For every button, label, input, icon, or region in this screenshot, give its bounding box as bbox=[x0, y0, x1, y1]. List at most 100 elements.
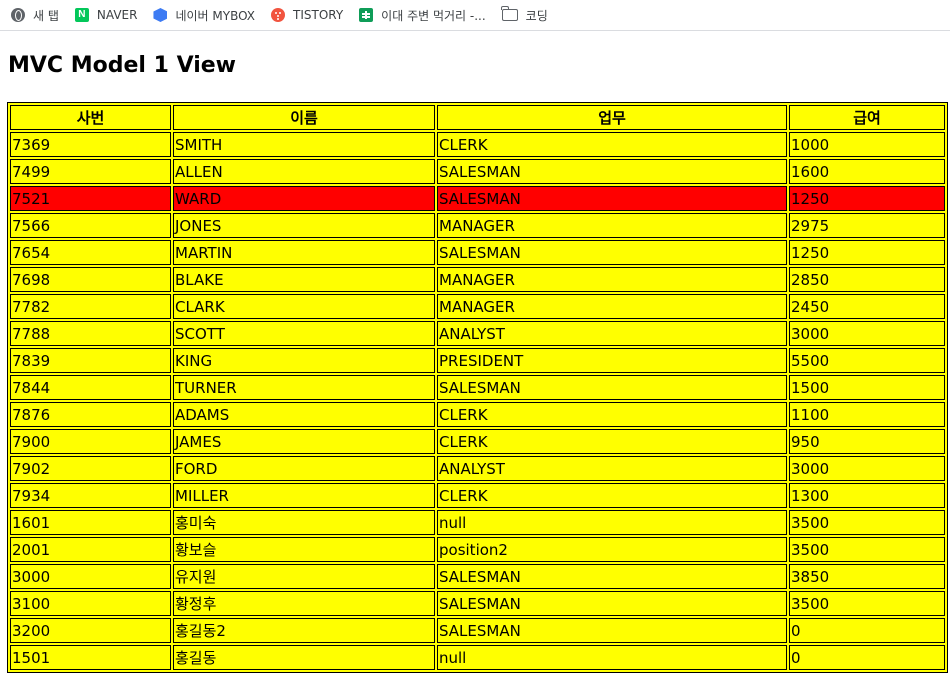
cell-name: JAMES bbox=[173, 429, 435, 454]
mybox-icon bbox=[153, 8, 168, 22]
cell-job: SALESMAN bbox=[437, 240, 787, 265]
cell-job: SALESMAN bbox=[437, 186, 787, 211]
table-row: 7902 FORD ANALYST 3000 bbox=[10, 456, 945, 481]
cell-sal: 3500 bbox=[789, 591, 945, 616]
cell-empno: 7788 bbox=[10, 321, 171, 346]
cell-job: ANALYST bbox=[437, 321, 787, 346]
table-row: 1601 홍미숙 null 3500 bbox=[10, 510, 945, 535]
header-sal: 급여 bbox=[789, 105, 945, 130]
bookmark-new-tab[interactable]: 새 탭 bbox=[11, 5, 59, 25]
table-row: 3200 홍길동2 SALESMAN 0 bbox=[10, 618, 945, 643]
bookmark-label: 네이버 MYBOX bbox=[175, 8, 255, 23]
table-row: 1501 홍길동 null 0 bbox=[10, 645, 945, 670]
tistory-icon bbox=[271, 8, 285, 22]
cell-name: WARD bbox=[173, 186, 435, 211]
cell-sal: 3850 bbox=[789, 564, 945, 589]
cell-name: ADAMS bbox=[173, 402, 435, 427]
cell-empno: 7902 bbox=[10, 456, 171, 481]
cell-name: 황정후 bbox=[173, 591, 435, 616]
table-body: 7369 SMITH CLERK 1000 7499 ALLEN SALESMAN 1600 7… bbox=[10, 132, 945, 670]
cell-job: null bbox=[437, 510, 787, 535]
bookmark-label: NAVER bbox=[96, 8, 138, 22]
cell-sal: 3500 bbox=[789, 537, 945, 562]
cell-sal: 1600 bbox=[789, 159, 945, 184]
cell-sal: 1250 bbox=[789, 240, 945, 265]
cell-empno: 2001 bbox=[10, 537, 171, 562]
table-row: 7521 WARD SALESMAN 1250 bbox=[10, 186, 945, 211]
bookmark-sheet[interactable]: 이대 주변 먹거리 -... bbox=[359, 5, 486, 25]
cell-job: SALESMAN bbox=[437, 591, 787, 616]
cell-name: MARTIN bbox=[173, 240, 435, 265]
page-title: MVC Model 1 View bbox=[8, 53, 236, 78]
cell-job: null bbox=[437, 645, 787, 670]
sheet-icon bbox=[359, 8, 374, 22]
cell-sal: 2850 bbox=[789, 267, 945, 292]
cell-job: MANAGER bbox=[437, 213, 787, 238]
cell-sal: 2975 bbox=[789, 213, 945, 238]
cell-name: FORD bbox=[173, 456, 435, 481]
table-row: 7876 ADAMS CLERK 1100 bbox=[10, 402, 945, 427]
cell-empno: 7876 bbox=[10, 402, 171, 427]
cell-name: MILLER bbox=[173, 483, 435, 508]
cell-empno: 1601 bbox=[10, 510, 171, 535]
cell-empno: 7698 bbox=[10, 267, 171, 292]
cell-empno: 3000 bbox=[10, 564, 171, 589]
header-empno: 사번 bbox=[10, 105, 171, 130]
cell-name: 황보슬 bbox=[173, 537, 435, 562]
cell-sal: 5500 bbox=[789, 348, 945, 373]
cell-job: CLERK bbox=[437, 483, 787, 508]
table-row: 7499 ALLEN SALESMAN 1600 bbox=[10, 159, 945, 184]
bookmark-tistory[interactable]: TISTORY bbox=[271, 5, 343, 25]
cell-sal: 1300 bbox=[789, 483, 945, 508]
cell-sal: 1500 bbox=[789, 375, 945, 400]
table-row: 7839 KING PRESIDENT 5500 bbox=[10, 348, 945, 373]
header-job: 업무 bbox=[437, 105, 787, 130]
cell-name: 유지원 bbox=[173, 564, 435, 589]
header-name: 이름 bbox=[173, 105, 435, 130]
table-row: 7566 JONES MANAGER 2975 bbox=[10, 213, 945, 238]
cell-sal: 0 bbox=[789, 645, 945, 670]
cell-name: SCOTT bbox=[173, 321, 435, 346]
bookmark-label: TISTORY bbox=[293, 8, 344, 22]
cell-name: 홍길동2 bbox=[173, 618, 435, 643]
cell-name: KING bbox=[173, 348, 435, 373]
cell-job: CLERK bbox=[437, 402, 787, 427]
cell-job: PRESIDENT bbox=[437, 348, 787, 373]
cell-empno: 7782 bbox=[10, 294, 171, 319]
cell-job: MANAGER bbox=[437, 267, 787, 292]
cell-job: ANALYST bbox=[437, 456, 787, 481]
cell-name: 홍길동 bbox=[173, 645, 435, 670]
table-row: 7788 SCOTT ANALYST 3000 bbox=[10, 321, 945, 346]
cell-job: CLERK bbox=[437, 132, 787, 157]
bookmark-label: 새 탭 bbox=[33, 8, 59, 23]
table-row: 7698 BLAKE MANAGER 2850 bbox=[10, 267, 945, 292]
bookmark-mybox[interactable]: 네이버 MYBOX bbox=[153, 5, 255, 25]
table-row: 7782 CLARK MANAGER 2450 bbox=[10, 294, 945, 319]
bookmark-folder-coding[interactable]: 코딩 bbox=[501, 5, 548, 25]
cell-empno: 7844 bbox=[10, 375, 171, 400]
table-row: 7900 JAMES CLERK 950 bbox=[10, 429, 945, 454]
table-row: 7654 MARTIN SALESMAN 1250 bbox=[10, 240, 945, 265]
cell-empno: 7566 bbox=[10, 213, 171, 238]
cell-empno: 7499 bbox=[10, 159, 171, 184]
cell-sal: 950 bbox=[789, 429, 945, 454]
cell-empno: 3200 bbox=[10, 618, 171, 643]
cell-sal: 3500 bbox=[789, 510, 945, 535]
bookmarks-bar: 새 탭 N NAVER 네이버 MYBOX TISTORY 이대 주변 먹거리 … bbox=[0, 0, 950, 31]
table-row: 2001 황보슬 position2 3500 bbox=[10, 537, 945, 562]
cell-sal: 3000 bbox=[789, 321, 945, 346]
bookmark-label: 코딩 bbox=[525, 8, 548, 23]
cell-name: SMITH bbox=[173, 132, 435, 157]
cell-empno: 7934 bbox=[10, 483, 171, 508]
bookmark-label: 이대 주변 먹거리 -... bbox=[381, 8, 486, 23]
bookmark-naver[interactable]: N NAVER bbox=[74, 5, 138, 25]
cell-name: 홍미숙 bbox=[173, 510, 435, 535]
cell-name: ALLEN bbox=[173, 159, 435, 184]
cell-empno: 7369 bbox=[10, 132, 171, 157]
table-header-row: 사번 이름 업무 급여 bbox=[10, 105, 945, 130]
cell-sal: 3000 bbox=[789, 456, 945, 481]
cell-name: BLAKE bbox=[173, 267, 435, 292]
cell-job: SALESMAN bbox=[437, 564, 787, 589]
cell-name: TURNER bbox=[173, 375, 435, 400]
naver-icon: N bbox=[74, 8, 89, 22]
